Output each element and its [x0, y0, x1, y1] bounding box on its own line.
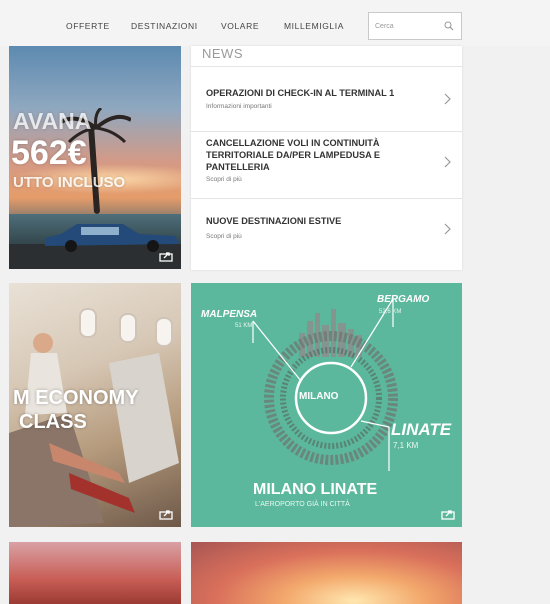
- linate-label: LINATE: [391, 420, 452, 439]
- news-item-subtitle: Scopri di più: [206, 233, 242, 240]
- news-item[interactable]: CANCELLAZIONE VOLI IN CONTINUITÀ TERRITO…: [191, 132, 462, 197]
- news-item-title: NUOVE DESTINAZIONI ESTIVE: [206, 216, 342, 226]
- promo-tile-bottom-left[interactable]: [9, 542, 181, 604]
- linate-distance: 7,1 KM: [393, 441, 419, 450]
- bergamo-distance: 52,6 KM: [379, 309, 402, 315]
- malpensa-label: MALPENSA: [201, 309, 258, 320]
- malpensa-distance: 51 KM: [235, 323, 253, 329]
- premium-subheadline: CLASS: [19, 411, 87, 433]
- share-icon[interactable]: [159, 509, 173, 520]
- promo-tile-milano-linate[interactable]: MALPENSA 51 KM BERGAMO 52,6 KM MILANO LI…: [191, 283, 462, 527]
- news-item[interactable]: OPERAZIONI DI CHECK-IN AL TERMINAL 1 Inf…: [191, 67, 462, 130]
- milano-center-label: MILANO: [299, 391, 339, 402]
- nav-item-millemiglia[interactable]: MILLEMIGLIA: [284, 21, 344, 31]
- news-item-title: OPERAZIONI DI CHECK-IN AL TERMINAL 1: [206, 88, 395, 98]
- search-input[interactable]: [375, 19, 443, 33]
- news-item[interactable]: NUOVE DESTINAZIONI ESTIVE Scopri di più: [191, 199, 462, 269]
- nav-item-volare[interactable]: VOLARE: [221, 21, 259, 31]
- news-item-subtitle: Scopri di più: [206, 176, 242, 183]
- promo-subtitle: UTTO INCLUSO: [13, 174, 126, 191]
- chevron-right-icon[interactable]: [444, 156, 451, 168]
- search-box[interactable]: [368, 12, 462, 40]
- share-icon[interactable]: [159, 251, 173, 262]
- news-heading: NEWS: [202, 46, 243, 61]
- nav-item-offerte[interactable]: OFFERTE: [66, 21, 110, 31]
- promo-tile-bottom-right[interactable]: [191, 542, 462, 604]
- nav-item-destinazioni[interactable]: DESTINAZIONI: [131, 21, 198, 31]
- promo-tile-premium-economy[interactable]: M ECONOMY CLASS: [9, 283, 181, 527]
- bergamo-label: BERGAMO: [377, 294, 430, 305]
- chevron-right-icon[interactable]: [444, 93, 451, 105]
- promo-destination: AVANA: [13, 108, 92, 134]
- top-navigation-bar: OFFERTE DESTINAZIONI VOLARE MILLEMIGLIA: [0, 0, 550, 46]
- promo-price: 562€: [11, 134, 87, 172]
- linate-headline: MILANO LINATE: [253, 481, 378, 498]
- magnifier-icon[interactable]: [444, 21, 454, 31]
- news-item-subtitle: Informazioni importanti: [206, 103, 272, 110]
- premium-headline: M ECONOMY: [13, 387, 139, 409]
- vintage-car-image: [45, 224, 179, 252]
- linate-subline: L'AEROPORTO GIÀ IN CITTÀ: [255, 501, 350, 508]
- share-icon[interactable]: [441, 509, 455, 520]
- news-panel: NEWS OPERAZIONI DI CHECK-IN AL TERMINAL …: [191, 46, 462, 270]
- chevron-right-icon[interactable]: [444, 223, 451, 235]
- news-item-title: CANCELLAZIONE VOLI IN CONTINUITÀ TERRITO…: [206, 138, 381, 172]
- promo-tile-havana[interactable]: AVANA 562€ UTTO INCLUSO: [9, 46, 181, 269]
